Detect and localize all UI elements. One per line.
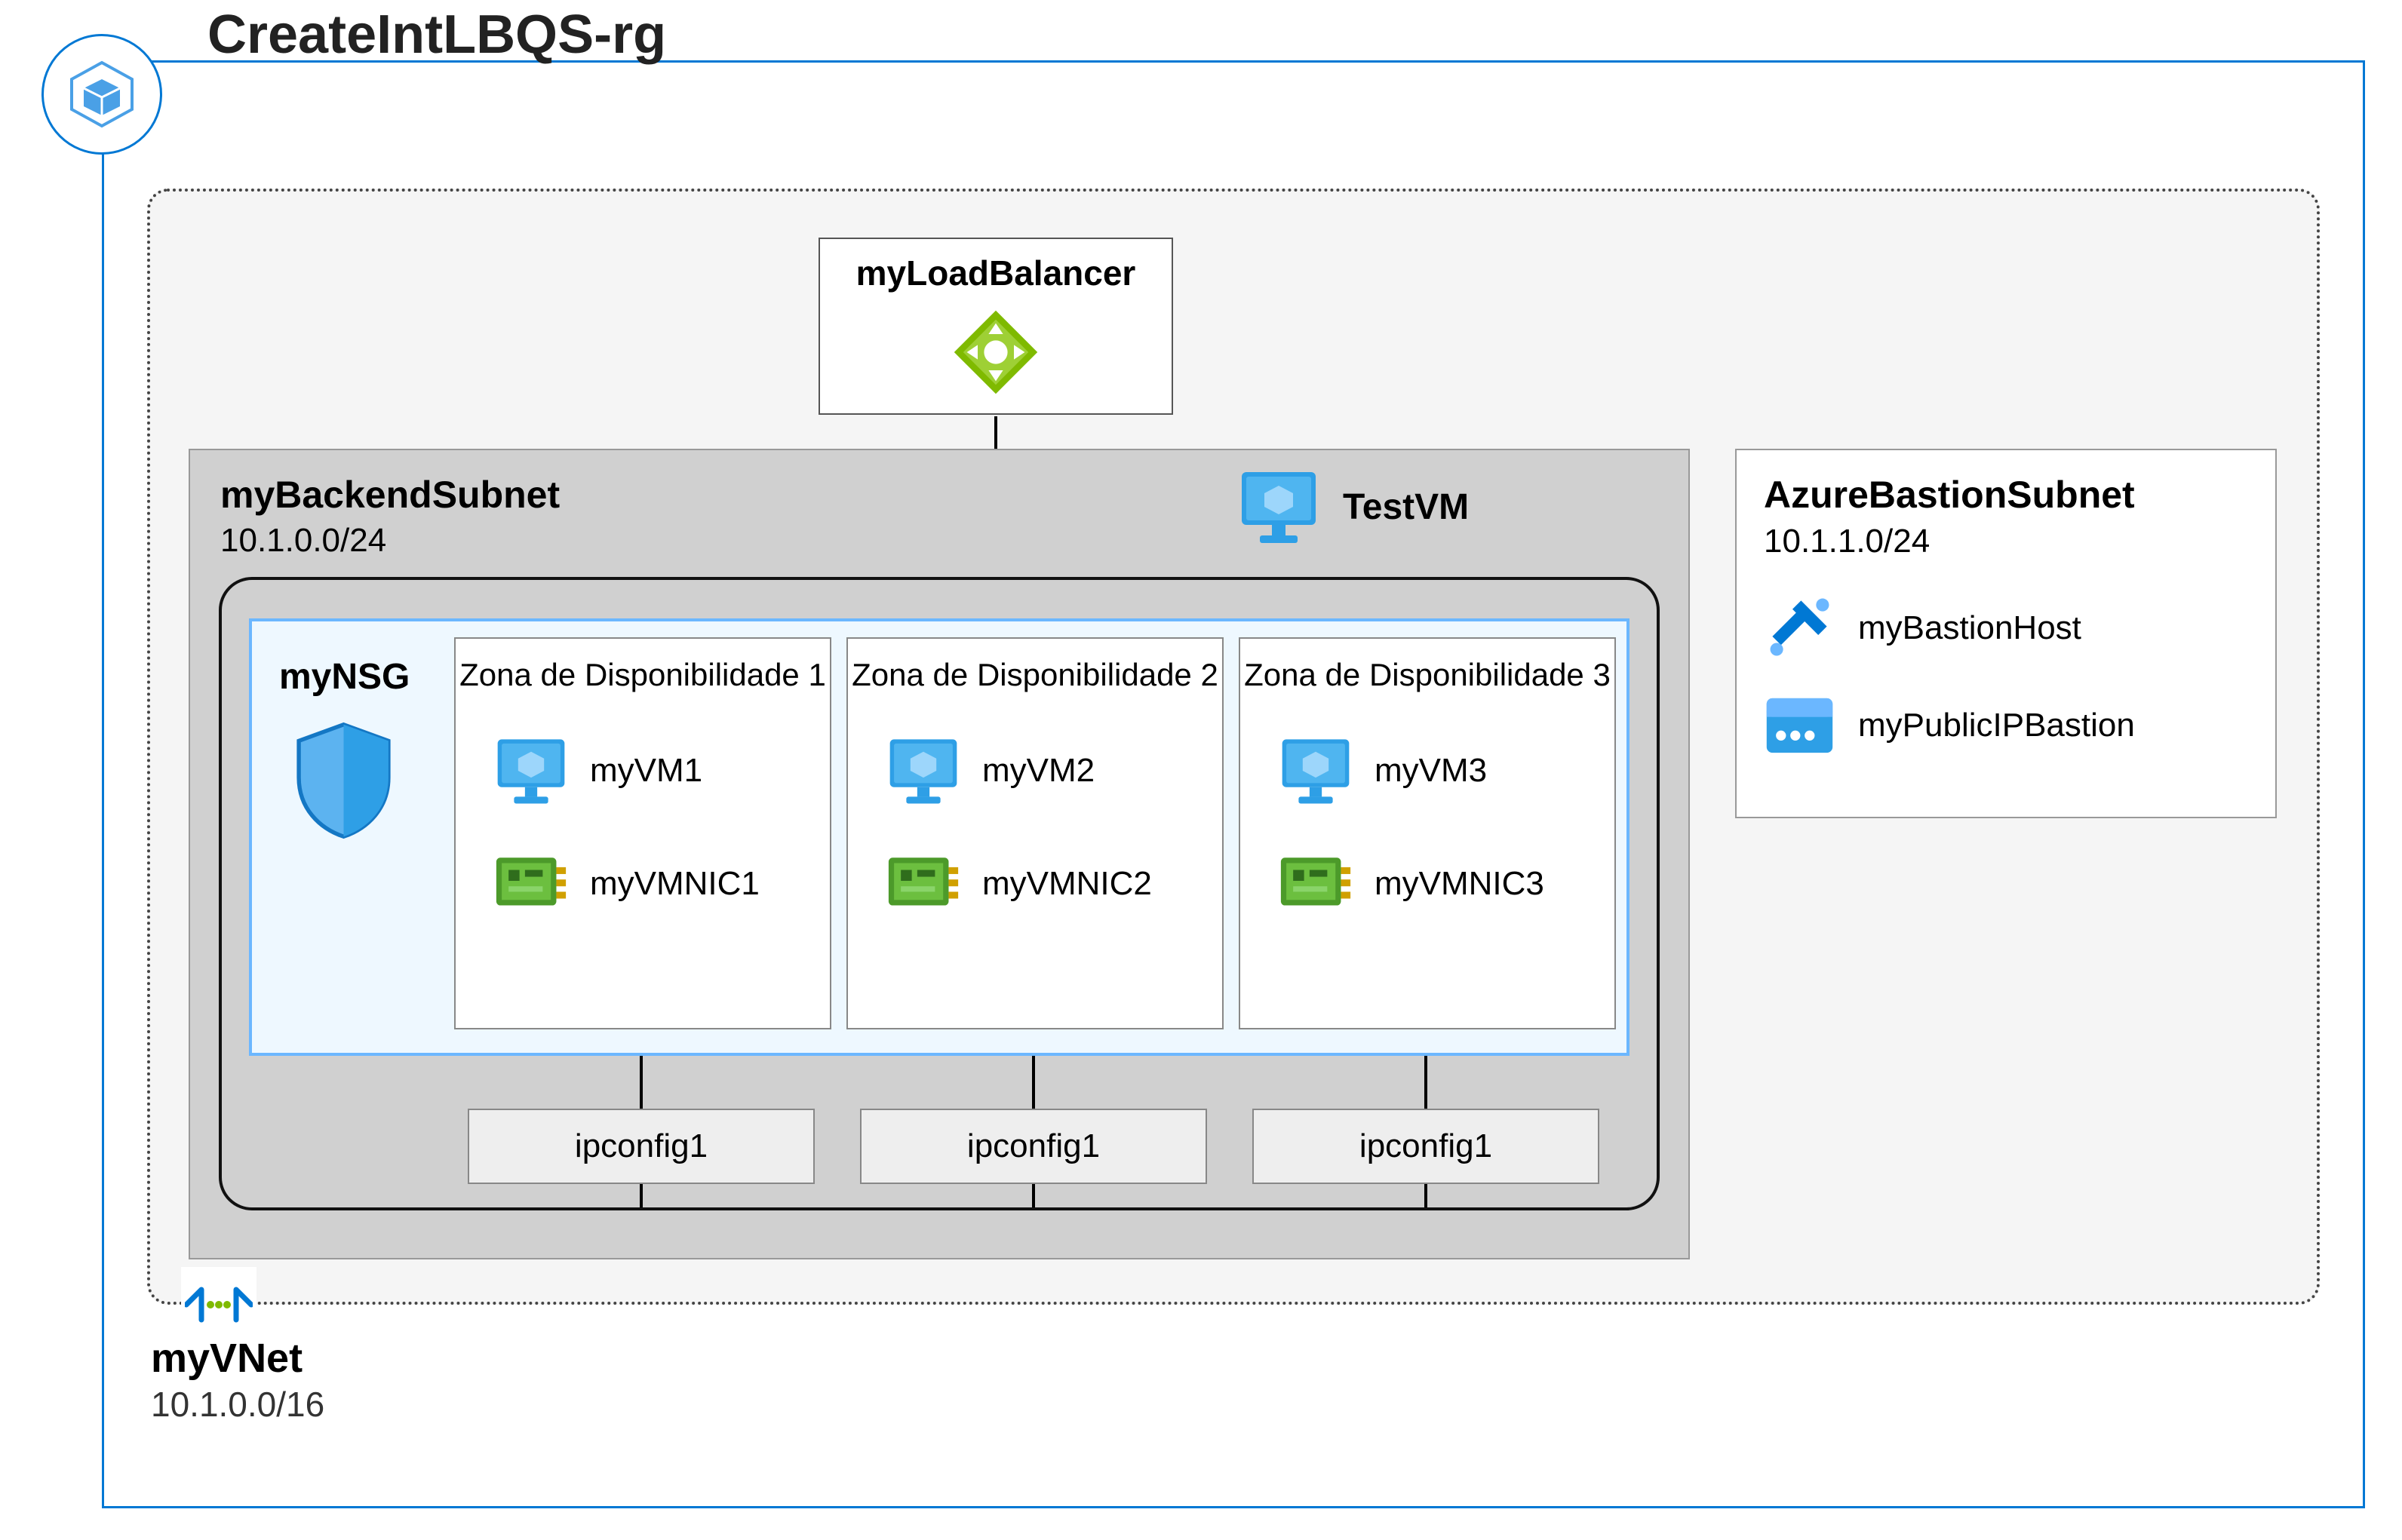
shield-icon bbox=[293, 720, 395, 841]
ipconfig-2: ipconfig1 bbox=[860, 1109, 1207, 1184]
bastion-icon bbox=[1764, 592, 1835, 664]
bastion-public-ip-name: myPublicIPBastion bbox=[1858, 707, 2135, 744]
test-vm-name: TestVM bbox=[1343, 486, 1469, 528]
availability-zone-1: Zona de Disponibilidade 1 myVM1 myVMNIC1 bbox=[454, 637, 831, 1029]
availability-zone-2: Zona de Disponibilidade 2 myVM2 myVMNIC2 bbox=[846, 637, 1224, 1029]
bastion-host-name: myBastionHost bbox=[1858, 609, 2081, 647]
nic-icon bbox=[493, 852, 569, 916]
az2-title: Zona de Disponibilidade 2 bbox=[848, 657, 1222, 693]
resource-group-icon bbox=[41, 34, 162, 155]
az2-nic: myVMNIC2 bbox=[982, 865, 1152, 903]
vm-icon bbox=[886, 735, 961, 807]
nic-icon bbox=[886, 852, 961, 916]
nic-icon bbox=[1278, 852, 1353, 916]
nsg-name: myNSG bbox=[279, 656, 410, 698]
az3-nic: myVMNIC3 bbox=[1375, 865, 1544, 903]
vnet-name: myVNet bbox=[151, 1335, 303, 1382]
az2-vm: myVM2 bbox=[982, 752, 1095, 790]
az1-title: Zona de Disponibilidade 1 bbox=[456, 657, 830, 693]
availability-zone-3: Zona de Disponibilidade 3 myVM3 myVMNIC3 bbox=[1239, 637, 1616, 1029]
az1-vm: myVM1 bbox=[590, 752, 702, 790]
bastion-subnet-cidr: 10.1.1.0/24 bbox=[1764, 523, 2248, 560]
resource-group-title: CreateIntLBQS-rg bbox=[207, 4, 666, 66]
vnet-cidr: 10.1.0.0/16 bbox=[151, 1384, 324, 1425]
cube-icon bbox=[64, 57, 140, 132]
ipconfig-3: ipconfig1 bbox=[1252, 1109, 1599, 1184]
az3-vm: myVM3 bbox=[1375, 752, 1487, 790]
vm-icon bbox=[1278, 735, 1353, 807]
load-balancer-name: myLoadBalancer bbox=[856, 253, 1136, 293]
load-balancer-icon bbox=[951, 307, 1041, 397]
backend-subnet-name: myBackendSubnet bbox=[220, 473, 560, 517]
bastion-subnet-name: AzureBastionSubnet bbox=[1764, 473, 2248, 517]
public-ip-icon bbox=[1764, 695, 1835, 756]
load-balancer-box: myLoadBalancer bbox=[819, 238, 1173, 415]
test-vm-icon bbox=[1237, 468, 1320, 547]
vnet-icon bbox=[181, 1267, 256, 1342]
az3-title: Zona de Disponibilidade 3 bbox=[1240, 657, 1614, 693]
bastion-subnet: AzureBastionSubnet 10.1.1.0/24 myBastion… bbox=[1735, 449, 2277, 818]
ipconfig-1: ipconfig1 bbox=[468, 1109, 815, 1184]
backend-subnet-cidr: 10.1.0.0/24 bbox=[220, 522, 386, 560]
vm-icon bbox=[493, 735, 569, 807]
az1-nic: myVMNIC1 bbox=[590, 865, 760, 903]
